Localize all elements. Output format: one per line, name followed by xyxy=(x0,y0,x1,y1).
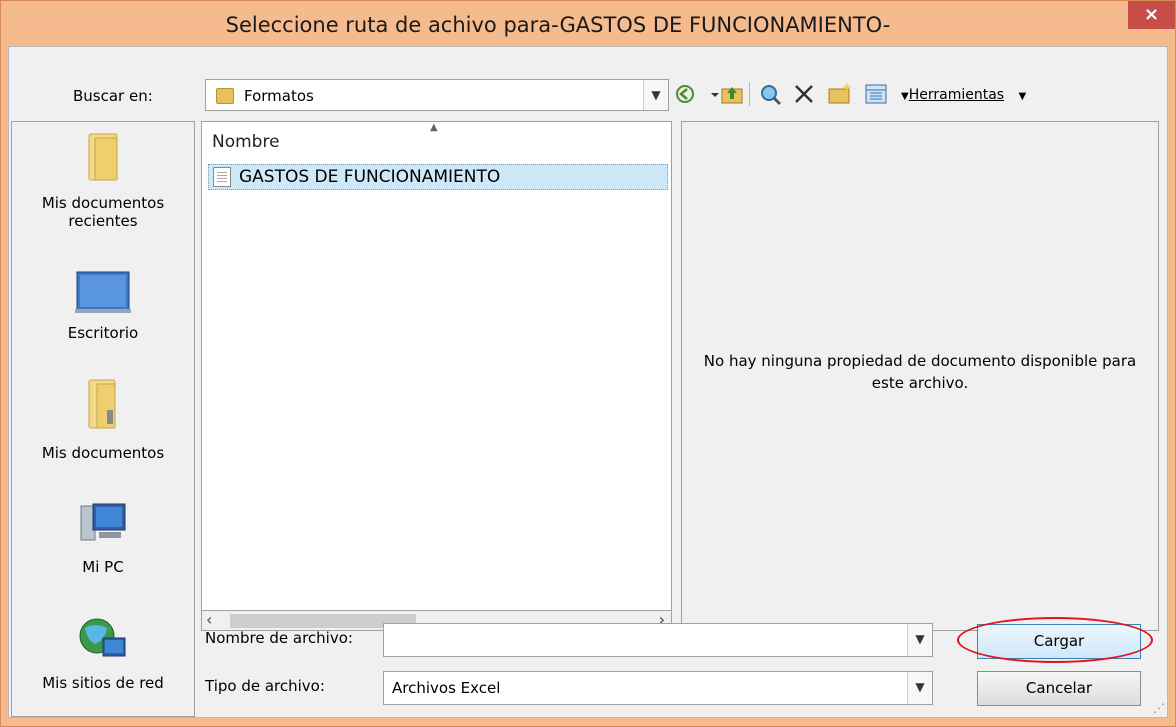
close-icon: × xyxy=(1143,4,1160,25)
place-my-documents[interactable]: Mis documentos xyxy=(12,374,194,462)
lookin-dropdown-button[interactable]: ▼ xyxy=(643,80,668,110)
highlight-annotation xyxy=(957,617,1153,663)
filename-label: Nombre de archivo: xyxy=(205,629,353,647)
filetype-dropdown-button[interactable]: ▼ xyxy=(907,672,932,704)
place-recent-documents-label: Mis documentos recientes xyxy=(41,194,165,230)
column-header-name[interactable]: Nombre xyxy=(212,132,280,152)
place-desktop-label: Escritorio xyxy=(67,324,139,342)
network-places-icon xyxy=(12,614,194,668)
preview-pane: No hay ninguna propiedad de documento di… xyxy=(681,121,1159,631)
place-network[interactable]: Mis sitios de red xyxy=(12,614,194,692)
file-name: GASTOS DE FUNCIONAMIENTO xyxy=(239,167,501,187)
scroll-left-icon[interactable]: ‹ xyxy=(206,611,212,629)
places-bar: Mis documentos recientes Escritorio Mis … xyxy=(11,121,195,717)
chevron-down-icon: ▼ xyxy=(915,632,925,646)
tools-chevron-down-icon: ▼ xyxy=(1018,91,1027,102)
filetype-label: Tipo de archivo: xyxy=(205,677,325,695)
desktop-icon xyxy=(12,270,194,318)
lookin-combobox[interactable]: Formatos ▼ xyxy=(205,79,669,111)
filename-dropdown-button[interactable]: ▼ xyxy=(907,624,932,656)
filetype-value: Archivos Excel xyxy=(392,679,501,697)
delete-icon[interactable] xyxy=(793,83,815,111)
chevron-down-icon: ▼ xyxy=(915,680,925,694)
place-my-computer-label: Mi PC xyxy=(82,558,124,576)
recent-documents-icon xyxy=(12,132,194,188)
sort-ascending-icon: ▲ xyxy=(430,122,438,133)
place-desktop[interactable]: Escritorio xyxy=(12,270,194,342)
file-list[interactable]: Nombre ▲ GASTOS DE FUNCIONAMIENTO xyxy=(201,121,672,611)
place-my-computer[interactable]: Mi PC xyxy=(12,500,194,576)
file-open-dialog: Seleccione ruta de achivo para-GASTOS DE… xyxy=(0,0,1176,727)
tools-dropdown-arrow-icon: ▼ xyxy=(901,91,909,102)
close-button[interactable]: × xyxy=(1128,1,1175,29)
cancel-button[interactable]: Cancelar xyxy=(977,671,1141,706)
resize-grip-icon[interactable]: ⋰ xyxy=(1153,701,1165,715)
up-folder-icon[interactable] xyxy=(709,83,743,111)
tools-menu[interactable]: ▼Herramientas ▼ xyxy=(901,87,1026,103)
dialog-title: Seleccione ruta de achivo para-GASTOS DE… xyxy=(225,13,891,37)
place-network-label: Mis sitios de red xyxy=(42,674,164,692)
document-icon xyxy=(213,167,231,187)
dialog-body: Buscar en: Formatos ▼ ▼Herramientas ▼ Mi… xyxy=(8,46,1168,718)
my-documents-icon xyxy=(12,374,194,438)
file-row[interactable]: GASTOS DE FUNCIONAMIENTO xyxy=(208,164,668,190)
preview-message: No hay ninguna propiedad de documento di… xyxy=(703,352,1137,392)
back-icon[interactable] xyxy=(675,84,695,110)
new-folder-icon[interactable] xyxy=(827,81,853,111)
my-computer-icon xyxy=(12,500,194,552)
place-recent-documents[interactable]: Mis documentos recientes xyxy=(12,132,194,230)
title-bar[interactable]: Seleccione ruta de achivo para-GASTOS DE… xyxy=(1,1,1175,37)
toolbar-separator xyxy=(749,82,750,106)
filename-input[interactable]: ▼ xyxy=(383,623,933,657)
chevron-down-icon: ▼ xyxy=(651,88,661,102)
place-my-documents-label: Mis documentos xyxy=(41,444,165,462)
folder-icon xyxy=(216,88,234,104)
search-web-icon[interactable] xyxy=(759,83,783,113)
lookin-value: Formatos xyxy=(244,87,314,105)
tools-label: Herramientas xyxy=(908,87,1005,103)
filetype-select[interactable]: Archivos Excel ▼ xyxy=(383,671,933,705)
views-icon[interactable] xyxy=(865,84,887,110)
lookin-label: Buscar en: xyxy=(73,87,153,105)
